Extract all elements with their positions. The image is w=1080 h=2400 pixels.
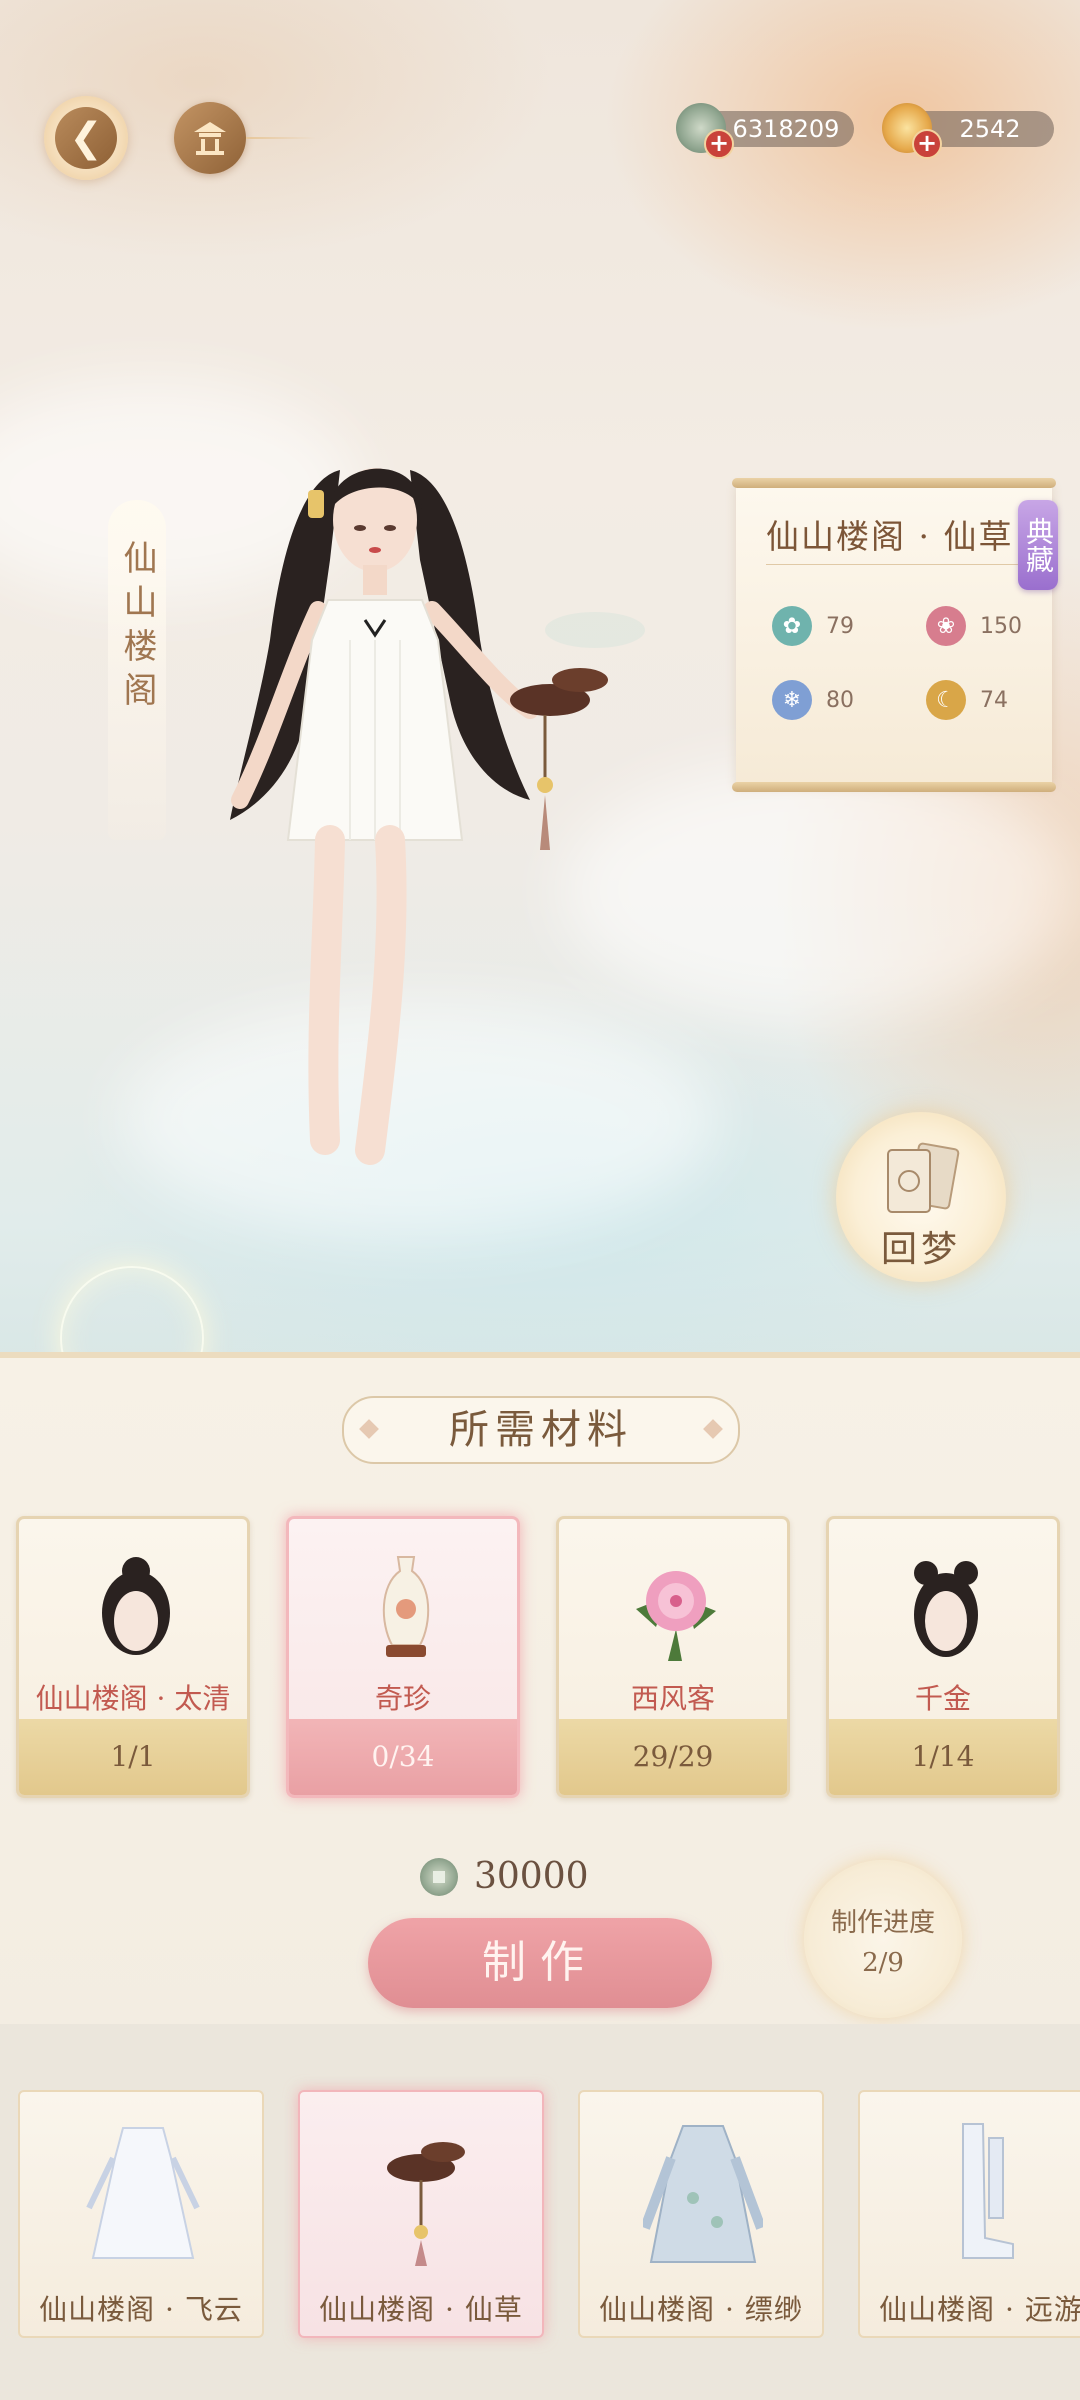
white-dress-icon [86, 2127, 200, 2259]
diamond-ornament [359, 1419, 379, 1439]
porcelain-vase-icon [382, 1556, 430, 1657]
blue-snowflake-icon: ❄ [772, 680, 812, 720]
blue-robe-icon [643, 2125, 763, 2263]
scroll-rod-top [732, 478, 1056, 488]
outfit-title: 仙山楼阁 · 仙草 [766, 517, 1014, 556]
material-name: 奇珍 [374, 1682, 431, 1715]
outfit-card[interactable]: 仙山楼阁 · 远游 [858, 2090, 1080, 2338]
white-boots-icon [962, 2123, 1014, 2259]
lingzhi-accessory-icon [387, 2142, 465, 2266]
progress-label: 制作进度 [830, 1908, 935, 1938]
material-name: 西风客 [630, 1682, 715, 1715]
materials-title: 所需材料 [449, 1407, 633, 1453]
suit-title-banner: 仙山楼阁 [108, 500, 166, 840]
add-gold-icon[interactable]: + [912, 129, 942, 159]
decorative-line [246, 137, 316, 139]
outfit-name: 仙山楼阁 · 仙草 [319, 2293, 523, 2326]
outfit-card[interactable]: 仙山楼阁 · 仙草 [298, 2090, 544, 2338]
dream-label: 回梦 [880, 1229, 961, 1270]
craft-cost: 30000 [420, 1856, 589, 1897]
teal-swirl-icon: ✿ [772, 606, 812, 646]
scroll-rod-bottom [732, 782, 1056, 792]
craft-progress[interactable]: 制作进度 2/9 [804, 1860, 962, 2018]
stat-sweet: ☾ 74 [926, 680, 1008, 720]
stat-value: 74 [980, 687, 1008, 713]
dream-replay-button[interactable]: 回梦 [836, 1112, 1006, 1282]
material-card[interactable]: 西风客 29/29 [556, 1516, 790, 1798]
stat-value: 80 [826, 687, 854, 713]
glow-orb [60, 1266, 204, 1360]
coin-balance[interactable]: + 6318209 [676, 103, 854, 159]
character-illustration [230, 468, 645, 1165]
stat-elegant: ✿ 79 [772, 606, 854, 646]
back-button[interactable]: ❮ [44, 96, 128, 180]
add-coins-icon[interactable]: + [704, 129, 734, 159]
stat-lively: ❀ 150 [926, 606, 1022, 646]
pink-lotus-icon: ❀ [926, 606, 966, 646]
gold-balance[interactable]: + 2542 [882, 103, 1054, 159]
character-scene: ❮ + 6318209 + 2542 仙山楼阁 仙山楼阁 · 仙草 典藏 ✿ 7… [0, 0, 1080, 1360]
diamond-ornament [703, 1419, 723, 1439]
outfit-info-panel: 仙山楼阁 · 仙草 典藏 ✿ 79 ❀ 150 ❄ 80 ☾ 74 [732, 478, 1058, 792]
material-count: 1/1 [19, 1719, 247, 1795]
shrine-button[interactable] [174, 102, 246, 174]
outfit-name: 仙山楼阁 · 缥缈 [599, 2293, 803, 2326]
outfit-card[interactable]: 仙山楼阁 · 飞云 [18, 2090, 264, 2338]
hairstyle-bun-icon [102, 1557, 170, 1655]
material-card[interactable]: 奇珍 0/34 [286, 1516, 520, 1798]
crafting-panel: 所需材料 仙山楼阁 · 太清 1/1 奇珍 0/34 西风客 29/29 千金 … [0, 1352, 1080, 2030]
stat-value: 79 [826, 613, 854, 639]
pavilion-icon [194, 122, 226, 155]
material-count: 1/14 [829, 1719, 1057, 1795]
material-name: 千金 [914, 1682, 971, 1715]
material-card[interactable]: 千金 1/14 [826, 1516, 1060, 1798]
outfit-list: 仙山楼阁 · 飞云 仙山楼阁 · 仙草 仙山楼阁 · 缥缈 仙山楼阁 · 远游 [0, 2024, 1080, 2400]
pink-flower-icon [636, 1571, 716, 1661]
outfit-name: 仙山楼阁 · 远游 [879, 2293, 1080, 2326]
gold-moon-icon: ☾ [926, 680, 966, 720]
cost-value: 30000 [474, 1856, 589, 1897]
make-button[interactable]: 制作 [368, 1918, 712, 2008]
stat-value: 150 [980, 613, 1022, 639]
stat-cool: ❄ 80 [772, 680, 854, 720]
materials-header: 所需材料 [342, 1396, 740, 1464]
material-count: 0/34 [289, 1719, 517, 1795]
back-arrow-icon: ❮ [55, 107, 117, 169]
outfit-name: 仙山楼阁 · 飞云 [39, 2293, 243, 2326]
hairstyle-buns-icon [914, 1561, 978, 1657]
outfit-card[interactable]: 仙山楼阁 · 缥缈 [578, 2090, 824, 2338]
material-count: 29/29 [559, 1719, 787, 1795]
collection-badge: 典藏 [1018, 500, 1058, 590]
progress-value: 2/9 [862, 1948, 904, 1978]
material-name: 仙山楼阁 · 太清 [35, 1682, 231, 1715]
jade-coin-icon [420, 1857, 458, 1896]
material-card[interactable]: 仙山楼阁 · 太清 1/1 [16, 1516, 250, 1798]
suit-title: 仙山楼阁 [117, 540, 157, 716]
divider [766, 564, 1026, 565]
cards-icon [887, 1142, 960, 1213]
